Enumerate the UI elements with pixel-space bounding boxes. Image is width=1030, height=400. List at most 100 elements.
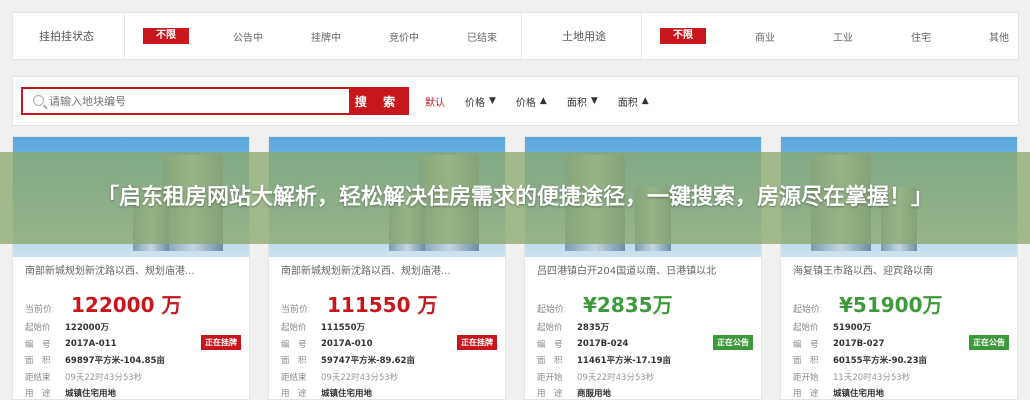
status-badge: 正在公告 [969, 335, 1009, 350]
card-title[interactable]: 吕四港镇白开204国道以南、日港镇以北 [525, 257, 761, 281]
info-key: 起始价 [25, 323, 51, 334]
landuse-option-industrial[interactable]: 工业 [804, 29, 882, 44]
land-use: 城镇住宅用地 [65, 389, 117, 400]
status-badge: 正在公告 [713, 335, 753, 350]
countdown: 11天20时43分53秒 [833, 372, 911, 383]
countdown: 09天22时43分53秒 [65, 372, 143, 383]
info-row: 起始价 2835万 [537, 319, 749, 336]
info-row: 距结束 09天22时43分53秒 [25, 369, 237, 386]
price-value: ¥51900万 [839, 293, 943, 317]
land-area: 60155平方米-90.23亩 [833, 356, 927, 367]
info-key: 用 途 [281, 389, 307, 400]
sort-label: 价格 [465, 97, 485, 109]
info-row: 起始价 111550万 [281, 319, 493, 336]
card-title[interactable]: 南部新城规划新沈路以西、规划庙港... [13, 257, 249, 281]
info-row: 面 积 11461平方米-17.19亩 [537, 352, 749, 369]
land-use: 商服用地 [577, 389, 612, 400]
info-row: 起始价 51900万 [793, 319, 1005, 336]
arrow-down-icon: ▼ [590, 96, 598, 106]
sort-default[interactable]: 默认 [425, 94, 445, 109]
sort-area-asc[interactable]: 面积 ▲ [618, 94, 649, 109]
sort-label: 面积 [566, 97, 587, 109]
info-key: 编 号 [537, 339, 563, 350]
landuse-filter: 土地用途 不限 商业 工业 住宅 其他 [522, 13, 1030, 59]
info-list: 起始价 122000万 编 号 2017A-011 面 积 69897平方米-104.… [13, 315, 249, 400]
status-option-listing[interactable]: 挂牌中 [287, 29, 365, 44]
search-box: 搜 索 [21, 87, 409, 115]
start-price: 111550万 [321, 323, 365, 334]
info-list: 起始价 51900万 编 号 2017B-027 面 积 60155平方米-90.23… [781, 315, 1017, 400]
info-key: 起始价 [281, 323, 307, 334]
price-row: 当前价 111550 万 [269, 281, 505, 317]
landuse-filter-label: 土地用途 [522, 13, 642, 59]
land-use: 城镇住宅用地 [833, 389, 885, 400]
sort-label: 价格 [515, 97, 536, 109]
info-row: 面 积 60155平方米-90.23亩 [793, 352, 1005, 369]
price-value: 111550 万 [327, 293, 438, 317]
search-icon [33, 95, 44, 106]
status-badge: 正在挂牌 [201, 335, 241, 350]
status-filter-label: 挂拍挂状态 [13, 13, 125, 59]
start-price: 2835万 [577, 323, 610, 334]
sort-default-label: 默认 [425, 97, 445, 109]
start-price: 122000万 [65, 323, 109, 334]
countdown: 09天22时43分53秒 [321, 372, 399, 383]
search-row: 搜 索 默认 价格▼ 价格▲ 面积▼ 面积▲ [12, 76, 1019, 126]
info-key: 面 积 [793, 356, 819, 367]
info-row: 面 积 69897平方米-104.85亩 [25, 352, 237, 369]
land-code: 2017B-027 [833, 338, 885, 349]
info-row: 用 途 城镇住宅用地 [281, 385, 493, 400]
search-input[interactable] [23, 89, 349, 113]
sort-area-desc[interactable]: 面积 ▼ [567, 94, 598, 109]
info-row: 距开始 11天20时43分53秒 [793, 369, 1005, 386]
info-row: 距开始 09天22时43分53秒 [537, 369, 749, 386]
card-title[interactable]: 南部新城规划新沈路以西、规划庙港... [269, 257, 505, 281]
arrow-down-icon: ▼ [489, 96, 496, 106]
info-key: 编 号 [793, 339, 819, 350]
info-row: 起始价 122000万 [25, 319, 237, 336]
price-label: 当前价 [281, 305, 309, 315]
landuse-option-commercial[interactable]: 商业 [726, 29, 804, 44]
info-key: 面 积 [25, 356, 51, 367]
land-use: 城镇住宅用地 [321, 389, 373, 400]
sort-price-asc[interactable]: 价格 ▲ [516, 94, 547, 109]
price-label: 当前价 [25, 305, 53, 315]
sort-list: 默认 价格 ▼ 价格 ▲ 面积 ▼ 面积 ▲ [425, 94, 669, 109]
price-row: 起始价 ¥51900万 [781, 281, 1017, 317]
landuse-option-residential[interactable]: 住宅 [882, 29, 960, 44]
sort-price-desc[interactable]: 价格 ▼ [465, 94, 496, 109]
price-label: 起始价 [537, 305, 565, 315]
info-key: 面 积 [281, 356, 307, 367]
info-key: 编 号 [281, 339, 307, 350]
arrow-up-icon: ▲ [539, 96, 547, 106]
sort-label: 面积 [617, 97, 638, 109]
search-button[interactable]: 搜 索 [349, 89, 407, 113]
status-option-all[interactable]: 不限 [143, 28, 189, 44]
price-value: ¥2835万 [583, 293, 673, 317]
info-key: 用 途 [793, 389, 819, 400]
status-option-ended[interactable]: 已结束 [443, 29, 521, 44]
info-key: 距开始 [537, 372, 563, 383]
filter-bar: 挂拍挂状态 不限 公告中 挂牌中 竞价中 已结束 土地用途 不限 商业 工业 住… [12, 12, 1019, 60]
info-list: 起始价 111550万 编 号 2017A-010 面 积 59747平方米-89.6… [269, 315, 505, 400]
info-key: 距结束 [25, 372, 51, 383]
info-key: 编 号 [25, 339, 51, 350]
status-option-bidding[interactable]: 竞价中 [365, 29, 443, 44]
landuse-option-all[interactable]: 不限 [660, 28, 706, 44]
info-row: 面 积 59747平方米-89.62亩 [281, 352, 493, 369]
land-area: 59747平方米-89.62亩 [321, 356, 415, 367]
info-row: 用 途 城镇住宅用地 [25, 385, 237, 400]
overlay-headline: 「启东租房网站大解析，轻松解决住房需求的便捷途径，一键搜索，房源尽在掌握！」 [96, 185, 933, 210]
info-key: 起始价 [537, 323, 563, 334]
card-title[interactable]: 海复镇王市路以西、迎宾路以南 [781, 257, 1017, 281]
landuse-option-other[interactable]: 其他 [960, 29, 1030, 44]
land-code: 2017A-011 [65, 338, 117, 349]
info-row: 距结束 09天22时43分53秒 [281, 369, 493, 386]
start-price: 51900万 [833, 323, 872, 334]
land-code: 2017B-024 [577, 338, 629, 349]
info-row: 用 途 商服用地 [537, 385, 749, 400]
status-option-notice[interactable]: 公告中 [209, 29, 287, 44]
info-key: 用 途 [25, 389, 51, 400]
info-key: 用 途 [537, 389, 563, 400]
price-row: 当前价 122000 万 [13, 281, 249, 317]
